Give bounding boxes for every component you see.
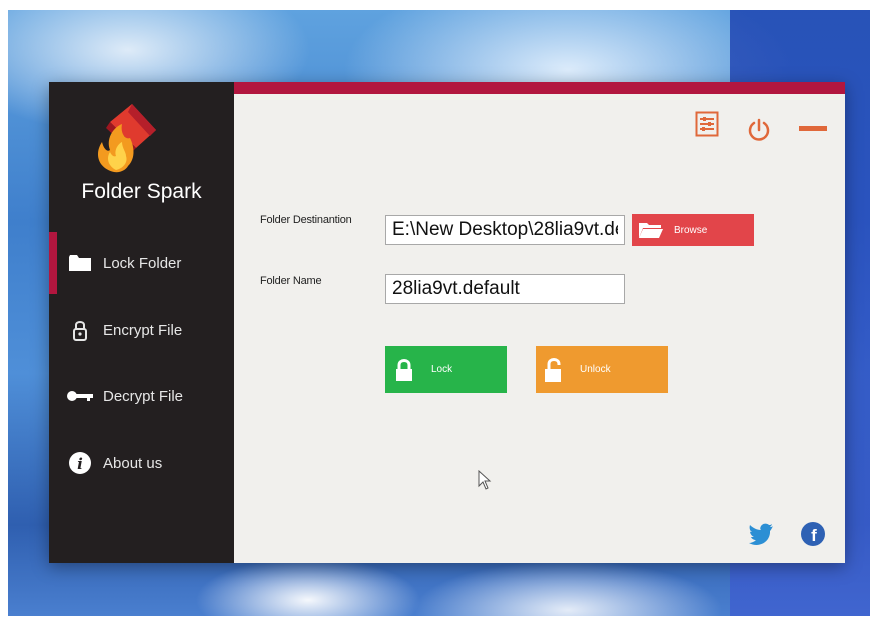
padlock-icon	[65, 319, 95, 341]
sidebar: Folder Spark Lock Folder Encrypt File De…	[49, 82, 234, 563]
facebook-icon: f	[801, 522, 825, 546]
settings-button[interactable]	[694, 110, 720, 138]
minimize-icon	[799, 126, 827, 131]
twitter-button[interactable]	[748, 522, 774, 546]
unlock-icon	[544, 357, 564, 383]
minimize-button[interactable]	[798, 122, 828, 136]
folder-icon	[65, 254, 95, 272]
folder-name-field[interactable]	[385, 274, 625, 304]
facebook-button[interactable]: f	[800, 521, 826, 547]
folder-name-label: Folder Name	[260, 275, 322, 287]
sidebar-item-label: Encrypt File	[103, 321, 183, 339]
power-icon	[748, 118, 770, 141]
sidebar-item-about-us[interactable]: i About us	[49, 432, 234, 494]
sidebar-item-label: About us	[103, 454, 163, 472]
key-icon	[65, 389, 95, 403]
lock-icon	[395, 358, 413, 382]
app-logo	[98, 104, 156, 173]
title-bar	[234, 82, 845, 94]
browse-button[interactable]: Browse	[632, 214, 754, 246]
mouse-cursor-icon	[478, 470, 492, 490]
unlock-label: Unlock	[580, 364, 611, 375]
unlock-button[interactable]: Unlock	[536, 346, 668, 393]
browse-label: Browse	[674, 224, 708, 236]
open-folder-icon	[638, 221, 664, 239]
twitter-icon	[749, 523, 773, 545]
sidebar-item-encrypt-file[interactable]: Encrypt File	[49, 299, 234, 361]
power-button[interactable]	[746, 117, 772, 143]
folder-destination-label: Folder Destinantion	[260, 214, 352, 226]
svg-text:i: i	[77, 455, 83, 473]
app-window: Folder Spark Lock Folder Encrypt File De…	[49, 82, 845, 563]
main-panel: Folder Destinantion Browse Folder Name L…	[234, 82, 845, 563]
sidebar-item-lock-folder[interactable]: Lock Folder	[49, 232, 234, 294]
sidebar-item-label: Decrypt File	[103, 387, 184, 405]
folder-destination-field[interactable]	[385, 215, 625, 245]
app-name: Folder Spark	[81, 180, 202, 203]
list-settings-icon	[695, 111, 719, 137]
svg-text:f: f	[811, 526, 817, 545]
info-icon: i	[65, 451, 95, 475]
sidebar-item-label: Lock Folder	[103, 254, 182, 272]
lock-label: Lock	[431, 364, 453, 375]
sidebar-item-decrypt-file[interactable]: Decrypt File	[49, 365, 234, 427]
lock-button[interactable]: Lock	[385, 346, 507, 393]
